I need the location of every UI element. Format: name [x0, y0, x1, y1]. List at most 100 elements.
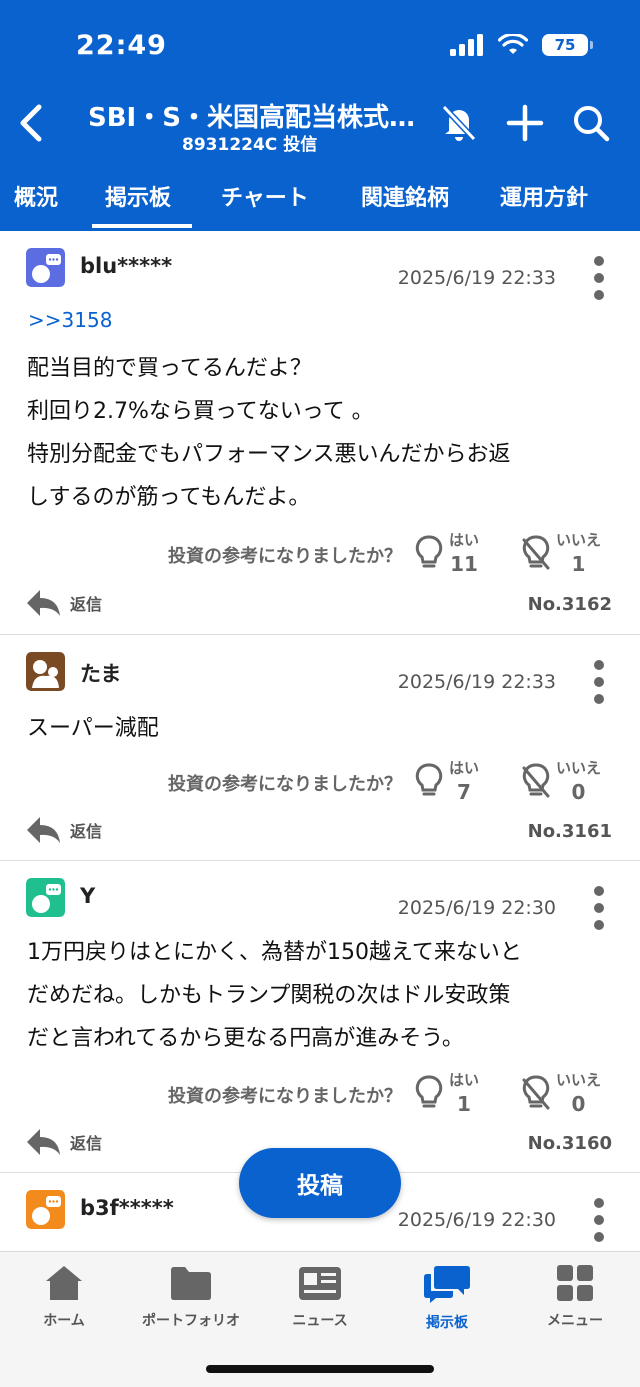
post-timestamp: 2025/6/19 22:33 [397, 671, 556, 693]
post-number: No.3161 [527, 821, 612, 842]
message-feed[interactable]: blu***** 2025/6/19 22:33 >>3158 配当目的で買って… [0, 231, 640, 1251]
username[interactable]: たま [80, 658, 121, 688]
back-button[interactable] [10, 100, 50, 146]
bottom-nav-menu[interactable]: メニュー [520, 1264, 630, 1330]
reply-arrow-icon [27, 817, 60, 843]
page-title: SBI・S・米国高配当株式… [88, 103, 415, 133]
post-timestamp: 2025/6/19 22:33 [397, 267, 556, 289]
more-options-button[interactable] [592, 1198, 606, 1242]
app-header: 22:49 75 SBI・S・米国高配当株式… 8931224C 投信 概況 掲… [0, 0, 640, 231]
reply-label: 返信 [70, 595, 103, 614]
post-timestamp: 2025/6/19 22:30 [397, 897, 556, 919]
vote-question: 投資の参考になりましたか？ [168, 546, 402, 567]
tab-bar: 概況 掲示板 チャート 関連銘柄 運用方針 [0, 160, 640, 231]
lightbulb-off-icon [522, 1075, 550, 1109]
bottom-nav-board[interactable]: 掲示板 [392, 1264, 502, 1332]
tab-board[interactable]: 掲示板 [105, 180, 171, 212]
bottom-nav-news[interactable]: ニュース [265, 1264, 375, 1330]
post-body: 配当目的で買ってるんだよ？ 利回り2.7%なら買ってないって 。 特別分配金でも… [27, 356, 511, 510]
reply-label: 返信 [70, 822, 103, 841]
folder-icon [171, 1267, 211, 1300]
header-actions [438, 100, 612, 146]
home-indicator [206, 1365, 434, 1373]
post-number: No.3162 [527, 594, 612, 615]
bottom-nav-label: ポートフォリオ [142, 1313, 240, 1329]
bottom-nav-home[interactable]: ホーム [9, 1264, 119, 1330]
post-item: blu***** 2025/6/19 22:33 >>3158 配当目的で買って… [0, 231, 640, 635]
username[interactable]: blu***** [80, 254, 172, 278]
username[interactable]: b3f***** [80, 1196, 174, 1220]
home-icon [46, 1266, 82, 1300]
post-item: たま 2025/6/19 22:33 スーパー減配 投資の参考になりましたか？ … [0, 635, 640, 861]
reply-anchor-link[interactable]: >>3158 [28, 308, 112, 332]
battery-indicator: 75 [542, 34, 593, 56]
bottom-nav-label: 掲示板 [426, 1315, 468, 1331]
vote-yes-button[interactable]: はい 7 [413, 757, 479, 804]
lightbulb-icon [415, 763, 443, 795]
vote-yes-count: 1 [457, 1092, 471, 1116]
more-options-button[interactable] [592, 256, 606, 300]
lightbulb-off-icon [522, 535, 550, 569]
vote-yes-label: はい [449, 1071, 480, 1089]
page-subtitle: 8931224C 投信 [182, 135, 318, 155]
vote-question: 投資の参考になりましたか？ [168, 1086, 402, 1107]
bottom-nav-label: ニュース [292, 1313, 348, 1329]
bell-off-icon [441, 104, 477, 142]
compose-post-button[interactable]: 投稿 [239, 1148, 401, 1218]
vote-no-count: 0 [571, 780, 586, 804]
vote-no-count: 1 [571, 552, 586, 576]
vote-no-button[interactable]: いいえ 0 [520, 1069, 601, 1116]
chat-icon [424, 1266, 470, 1303]
reply-button[interactable]: 返信 [26, 815, 102, 845]
plus-icon [506, 104, 544, 142]
vote-no-count: 0 [571, 1092, 586, 1116]
post-body: スーパー減配 [27, 716, 159, 741]
tab-overview[interactable]: 概況 [14, 180, 58, 212]
vote-yes-button[interactable]: はい 1 [413, 1069, 479, 1116]
vote-no-label: いいえ [556, 1071, 602, 1089]
vote-no-button[interactable]: いいえ 0 [520, 757, 601, 804]
vote-no-label: いいえ [556, 759, 602, 777]
news-icon [299, 1267, 341, 1300]
avatar-icon[interactable] [26, 248, 65, 287]
bottom-nav-portfolio[interactable]: ポートフォリオ [136, 1264, 246, 1330]
username[interactable]: Y [80, 884, 95, 908]
add-button[interactable] [504, 100, 546, 146]
lightbulb-icon [415, 535, 443, 567]
post-item: Y 2025/6/19 22:30 1万円戻りはとにかく、為替が150越えて来な… [0, 861, 640, 1173]
more-options-button[interactable] [592, 886, 606, 930]
post-timestamp: 2025/6/19 22:30 [397, 1209, 556, 1231]
status-time: 22:49 [76, 30, 167, 61]
vote-yes-count: 11 [450, 552, 478, 576]
vote-yes-label: はい [449, 531, 480, 549]
more-options-button[interactable] [592, 660, 606, 704]
vote-no-button[interactable]: いいえ 1 [520, 529, 601, 576]
search-button[interactable] [570, 100, 612, 146]
tab-policy[interactable]: 運用方針 [500, 180, 588, 212]
bottom-nav-label: ホーム [43, 1313, 85, 1329]
reply-button[interactable]: 返信 [26, 588, 102, 618]
post-body: 1万円戻りはとにかく、為替が150越えて来ないと だめだね。しかもトランプ関税の… [27, 940, 522, 1051]
avatar-icon[interactable] [26, 1190, 65, 1229]
tab-chart[interactable]: チャート [221, 180, 309, 212]
reply-label: 返信 [70, 1134, 103, 1153]
active-tab-indicator [92, 224, 192, 228]
notification-off-button[interactable] [438, 100, 480, 146]
vote-yes-button[interactable]: はい 11 [413, 529, 479, 576]
vote-yes-label: はい [449, 759, 480, 777]
avatar-icon[interactable] [26, 652, 65, 691]
vote-yes-count: 7 [457, 780, 471, 804]
avatar-icon[interactable] [26, 878, 65, 917]
wifi-icon [498, 34, 528, 54]
lightbulb-off-icon [522, 763, 550, 797]
vote-question: 投資の参考になりましたか？ [168, 774, 402, 795]
tab-related[interactable]: 関連銘柄 [361, 180, 449, 212]
signal-icon [450, 34, 483, 56]
bottom-nav-label: メニュー [547, 1313, 603, 1329]
status-icons: 75 [450, 34, 593, 56]
reply-arrow-icon [27, 590, 60, 616]
grid-icon [557, 1265, 593, 1301]
reply-button[interactable]: 返信 [26, 1127, 102, 1157]
chevron-left-icon [20, 104, 42, 142]
post-number: No.3160 [527, 1133, 612, 1154]
